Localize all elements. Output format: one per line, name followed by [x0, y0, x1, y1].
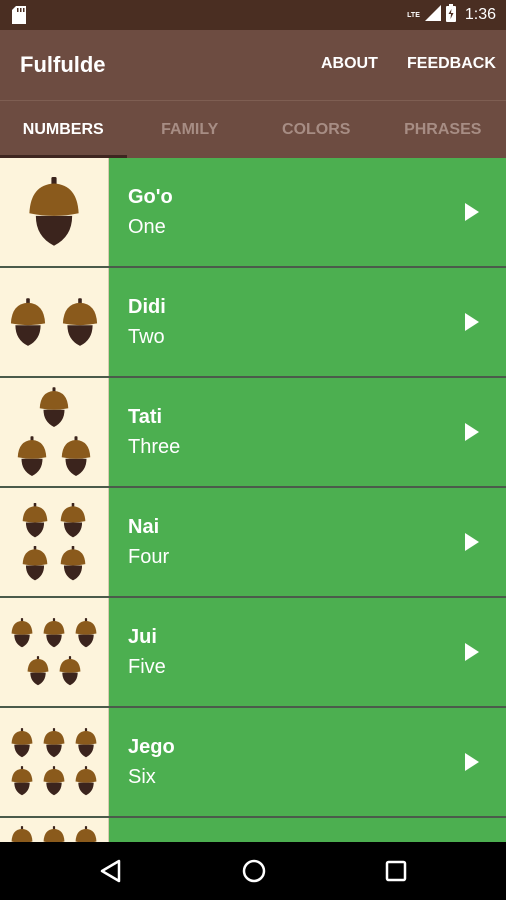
- play-icon[interactable]: [465, 643, 479, 661]
- fulfulde-word: Nai: [128, 516, 160, 538]
- category-tabs: NUMBERS FAMILY COLORS PHRASES: [0, 100, 506, 158]
- system-navigation-bar: [0, 842, 506, 900]
- acorn-icon: [28, 177, 80, 252]
- list-item-content[interactable]: Jego Six: [109, 708, 506, 816]
- acorn-count-illustration: [0, 158, 109, 266]
- app-bar: Fulfulde ABOUT FEEDBACK: [0, 30, 506, 100]
- list-item-one[interactable]: Go'o One: [0, 158, 506, 268]
- acorn-icon: [75, 728, 97, 763]
- acorn-icon: [59, 656, 81, 691]
- tab-phrases[interactable]: PHRASES: [380, 101, 506, 158]
- acorn-icon: [11, 618, 33, 653]
- acorn-count-illustration: [0, 488, 109, 596]
- acorn-icon: [62, 297, 98, 352]
- fulfulde-word: Jui: [128, 626, 157, 648]
- acorn-count-illustration: [0, 598, 109, 706]
- acorn-icon: [43, 728, 65, 763]
- list-item-content[interactable]: Nai Four: [109, 488, 506, 596]
- tab-family[interactable]: FAMILY: [127, 101, 254, 158]
- fulfulde-word: Didi: [128, 296, 166, 318]
- play-icon[interactable]: [465, 203, 479, 221]
- acorn-icon: [10, 297, 46, 352]
- acorn-icon: [39, 387, 69, 433]
- list-item-five[interactable]: Jui Five: [0, 598, 506, 708]
- about-button[interactable]: ABOUT: [321, 55, 378, 73]
- acorn-count-illustration: [0, 708, 109, 816]
- list-item-content[interactable]: Go'o One: [109, 158, 506, 266]
- acorn-icon: [60, 546, 86, 586]
- acorn-icon: [75, 618, 97, 653]
- acorn-icon: [11, 766, 33, 801]
- acorn-count-illustration: [0, 378, 109, 486]
- status-bar: LTE 1:36: [0, 0, 506, 30]
- fulfulde-word: Go'o: [128, 186, 173, 208]
- play-icon[interactable]: [465, 533, 479, 551]
- fulfulde-word: Tati: [128, 406, 163, 428]
- battery-icon: [445, 3, 456, 27]
- acorn-count-illustration: [0, 268, 109, 376]
- english-meaning: One: [128, 216, 166, 238]
- tab-colors[interactable]: COLORS: [253, 101, 380, 158]
- acorn-icon: [43, 766, 65, 801]
- acorn-icon: [61, 436, 91, 482]
- signal-icon: [424, 4, 441, 26]
- acorn-icon: [22, 546, 48, 586]
- sd-card-icon: [12, 6, 26, 29]
- list-item-content[interactable]: [109, 818, 506, 842]
- acorn-icon: [43, 826, 65, 842]
- list-item-seven-partial[interactable]: [0, 818, 506, 842]
- acorn-icon: [22, 503, 48, 543]
- list-item-four[interactable]: Nai Four: [0, 488, 506, 598]
- play-icon[interactable]: [465, 313, 479, 331]
- acorn-icon: [75, 826, 97, 842]
- list-item-six[interactable]: Jego Six: [0, 708, 506, 818]
- english-meaning: Three: [128, 436, 181, 458]
- numbers-list: Go'o One Didi Two Tati Three Nai Four Ju: [0, 158, 506, 842]
- list-item-content[interactable]: Tati Three: [109, 378, 506, 486]
- tab-numbers[interactable]: NUMBERS: [0, 101, 127, 158]
- english-meaning: Two: [128, 326, 165, 348]
- acorn-icon: [27, 656, 49, 691]
- fulfulde-word: Jego: [128, 736, 175, 758]
- english-meaning: Five: [128, 656, 166, 678]
- home-icon[interactable]: [239, 856, 269, 886]
- list-item-two[interactable]: Didi Two: [0, 268, 506, 378]
- recents-icon[interactable]: [381, 856, 411, 886]
- acorn-icon: [17, 436, 47, 482]
- list-item-content[interactable]: Jui Five: [109, 598, 506, 706]
- network-type-label: LTE: [407, 11, 420, 19]
- app-title: Fulfulde: [20, 52, 106, 77]
- acorn-count-illustration: [0, 818, 109, 842]
- acorn-icon: [43, 618, 65, 653]
- english-meaning: Four: [128, 546, 170, 568]
- list-item-three[interactable]: Tati Three: [0, 378, 506, 488]
- play-icon[interactable]: [465, 753, 479, 771]
- acorn-icon: [75, 766, 97, 801]
- english-meaning: Six: [128, 766, 156, 788]
- back-icon[interactable]: [97, 856, 127, 886]
- acorn-icon: [60, 503, 86, 543]
- feedback-button[interactable]: FEEDBACK: [407, 55, 496, 73]
- list-item-content[interactable]: Didi Two: [109, 268, 506, 376]
- status-time: 1:36: [464, 6, 496, 23]
- play-icon[interactable]: [465, 423, 479, 441]
- acorn-icon: [11, 826, 33, 842]
- acorn-icon: [11, 728, 33, 763]
